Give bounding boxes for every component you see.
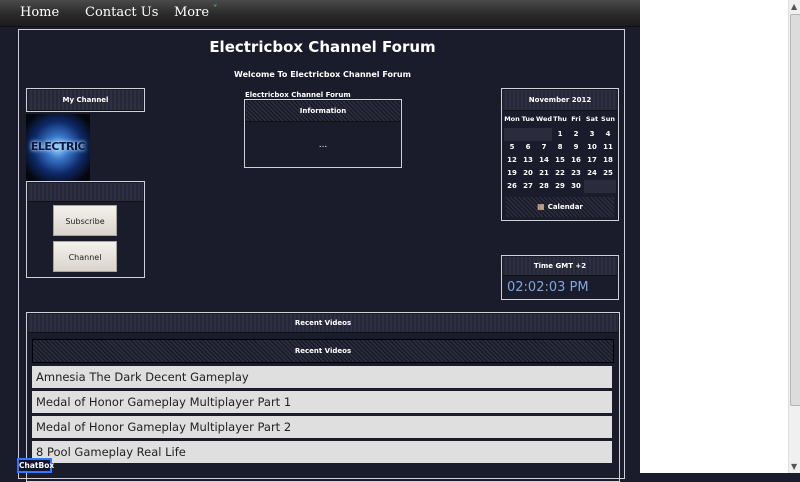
scroll-down-icon[interactable]: ▼ — [791, 462, 797, 471]
calendar-day[interactable]: 27 — [520, 180, 536, 193]
calendar-empty-cell — [600, 180, 616, 193]
time-title: Time GMT +2 — [503, 257, 617, 276]
calendar-day[interactable]: 19 — [504, 167, 520, 180]
information-body: ... — [318, 140, 328, 150]
my-channel-widget: My Channel — [26, 88, 145, 112]
calendar-weekday: Sun — [601, 115, 615, 123]
nav-contact-link[interactable]: Contact Us — [85, 5, 158, 20]
clock-value: 02:02:03 PM — [507, 280, 589, 295]
nav-more-menu[interactable]: More ˅ — [174, 5, 218, 20]
welcome-message: Welcome To Electricbox Channel Forum — [234, 70, 411, 79]
information-caption: Electricbox Channel Forum — [245, 91, 351, 99]
calendar-grid: 1 2 3 4 5 6 7 8 9 10 11 12 13 14 15 16 17 18 19 20 21 22 23 24 2… — [504, 128, 618, 193]
calendar-empty-cell — [536, 128, 552, 141]
calendar-day[interactable]: 11 — [600, 141, 616, 154]
calendar-day[interactable]: 30 — [568, 180, 584, 193]
page-gutter — [640, 0, 788, 473]
calendar-day[interactable]: 29 — [552, 180, 568, 193]
information-widget: Information ... — [244, 99, 402, 168]
calendar-empty-cell — [584, 180, 600, 193]
calendar-weekdays: Mon Tue Wed Thu Fri Sat Sun — [504, 113, 618, 125]
calendar-day[interactable]: 16 — [568, 154, 584, 167]
calendar-day[interactable]: 25 — [600, 167, 616, 180]
calendar-day[interactable]: 28 — [536, 180, 552, 193]
calendar-day[interactable]: 21 — [536, 167, 552, 180]
channel-button[interactable]: Channel — [53, 241, 117, 272]
scroll-thumb[interactable] — [790, 14, 800, 406]
calendar-weekday: Tue — [521, 115, 535, 123]
subscribe-button[interactable]: Subscribe — [53, 205, 117, 236]
calendar-widget: November 2012 Mon Tue Wed Thu Fri Sat Sun 1234… — [501, 88, 619, 221]
my-channel-title: My Channel — [28, 90, 143, 111]
calendar-weekday: Mon — [504, 115, 520, 123]
calendar-link[interactable]: ▦ Calendar — [506, 197, 614, 217]
calendar-day[interactable]: 3 — [584, 128, 600, 141]
calendar-weekday: Sat — [585, 115, 599, 123]
calendar-weekday: Fri — [571, 115, 581, 123]
recent-videos-subtitle: Recent Videos — [32, 339, 614, 363]
calendar-day[interactable]: 23 — [568, 167, 584, 180]
calendar-day[interactable]: 12 — [504, 154, 520, 167]
calendar-day[interactable]: 9 — [568, 141, 584, 154]
forum-container: Electricbox Channel Forum Welcome To Ele… — [18, 29, 625, 482]
channel-actions-box: Subscribe Channel — [26, 181, 145, 278]
information-title: Information — [246, 101, 400, 122]
chevron-down-icon: ˅ — [213, 5, 218, 15]
calendar-day[interactable]: 15 — [552, 154, 568, 167]
calendar-weekday: Wed — [536, 115, 552, 123]
video-item[interactable]: Amnesia The Dark Decent Gameplay — [32, 366, 612, 388]
calendar-day[interactable]: 6 — [520, 141, 536, 154]
calendar-day[interactable]: 20 — [520, 167, 536, 180]
scroll-up-icon[interactable]: ▲ — [791, 2, 797, 11]
calendar-day[interactable]: 2 — [568, 128, 584, 141]
calendar-link-label: Calendar — [547, 203, 583, 211]
calendar-day[interactable]: 5 — [504, 141, 520, 154]
video-item[interactable]: Medal of Honor Gameplay Multiplayer Part… — [32, 416, 612, 438]
channel-actions-header — [28, 183, 143, 202]
calendar-empty-cell — [520, 128, 536, 141]
calendar-month: November 2012 — [503, 90, 617, 111]
calendar-day[interactable]: 24 — [584, 167, 600, 180]
calendar-day[interactable]: 17 — [584, 154, 600, 167]
calendar-day[interactable]: 4 — [600, 128, 616, 141]
time-widget: Time GMT +2 02:02:03 PM — [501, 255, 619, 300]
recent-videos-widget: Recent Videos Recent Videos Amnesia The … — [26, 312, 620, 482]
chatbox-button[interactable]: ChatBox — [17, 458, 54, 473]
page-title: Electricbox Channel Forum — [209, 38, 436, 56]
calendar-empty-cell — [504, 128, 520, 141]
nav-home-link[interactable]: Home — [20, 5, 59, 20]
calendar-icon: ▦ — [537, 202, 545, 211]
calendar-day[interactable]: 7 — [536, 141, 552, 154]
calendar-day[interactable]: 18 — [600, 154, 616, 167]
channel-logo-text: ELECTRIC — [30, 140, 86, 153]
calendar-day[interactable]: 1 — [552, 128, 568, 141]
video-item[interactable]: 8 Pool Gameplay Real Life — [32, 441, 612, 463]
calendar-day[interactable]: 13 — [520, 154, 536, 167]
calendar-day[interactable]: 26 — [504, 180, 520, 193]
calendar-weekday: Thu — [553, 115, 567, 123]
calendar-day[interactable]: 10 — [584, 141, 600, 154]
calendar-day[interactable]: 14 — [536, 154, 552, 167]
vertical-scrollbar[interactable]: ▲ ▼ — [788, 0, 800, 473]
nav-more-label: More — [174, 5, 210, 20]
recent-videos-title: Recent Videos — [28, 314, 618, 333]
calendar-day[interactable]: 22 — [552, 167, 568, 180]
channel-logo[interactable]: ELECTRIC — [26, 114, 90, 181]
top-navbar: Home Contact Us More ˅ — [0, 0, 640, 27]
calendar-day[interactable]: 8 — [552, 141, 568, 154]
video-item[interactable]: Medal of Honor Gameplay Multiplayer Part… — [32, 391, 612, 413]
